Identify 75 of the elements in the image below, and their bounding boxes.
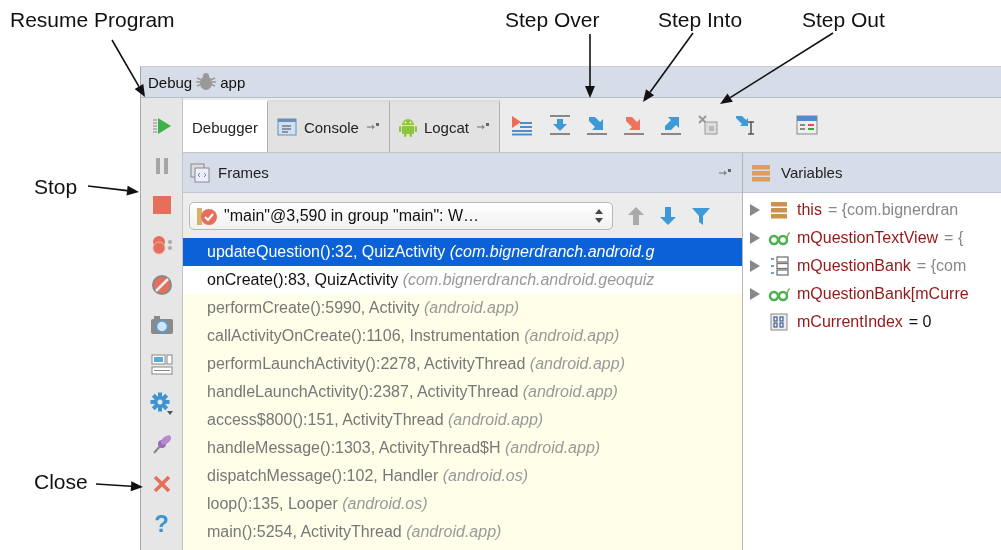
mute-breakpoints-icon[interactable] <box>150 274 173 297</box>
callout-label: Step Over <box>505 7 600 33</box>
pin-tab-icon[interactable] <box>476 122 490 132</box>
stack-frame-row[interactable]: handleMessage():1303, ActivityThread$H (android.app) <box>183 434 742 462</box>
variable-value: = { <box>944 229 964 247</box>
stack-frame-row[interactable]: main():5254, ActivityThread (android.app) <box>183 518 742 546</box>
pin-tab-icon[interactable] <box>365 122 380 132</box>
stack-frame-row[interactable]: dispatchMessage():102, Handler (android.os) <box>183 462 742 490</box>
pane-title: Frames <box>218 164 269 181</box>
dropdown-arrows-icon <box>594 207 604 224</box>
arrow-up-icon[interactable] <box>627 205 645 226</box>
callout-arrow <box>95 481 143 492</box>
primitive-value-icon <box>770 313 788 331</box>
step-over-icon[interactable] <box>549 114 571 136</box>
variable-name: mQuestionTextView <box>797 229 939 247</box>
callout-label: Resume Program <box>10 7 175 33</box>
arrow-down-icon[interactable] <box>659 205 677 226</box>
tab[interactable]: Debugger <box>183 100 268 152</box>
thread-dropdown[interactable]: "main"@3,590 in group "main": W… <box>189 201 613 230</box>
pin-icon[interactable] <box>150 433 173 456</box>
glasses-icon <box>768 286 790 302</box>
drop-frame-icon[interactable] <box>697 114 719 136</box>
android-icon[interactable] <box>398 117 417 137</box>
stack-frame-row[interactable]: performCreate():5990, Activity (android.app) <box>183 294 742 322</box>
camera-icon[interactable] <box>149 313 174 336</box>
step-out-icon[interactable] <box>660 114 682 136</box>
expand-arrow-icon[interactable] <box>749 287 761 301</box>
variable-value: = {com <box>916 257 967 275</box>
glasses-icon <box>768 230 790 246</box>
callout-arrow <box>643 32 694 102</box>
stack-frame-row[interactable]: handleLaunchActivity():2387, ActivityThread (android.app) <box>183 378 742 406</box>
step-into-icon[interactable] <box>586 114 608 136</box>
console-icon[interactable] <box>276 118 297 136</box>
callout-label: Step Into <box>658 7 743 33</box>
run-config-name: app <box>220 73 246 91</box>
breakpoints-icon[interactable] <box>149 234 174 257</box>
array-icon <box>769 256 789 276</box>
frames-icon <box>190 162 210 183</box>
stop-icon[interactable] <box>150 194 173 217</box>
stack-frame-row[interactable]: performLaunchActivity():2278, ActivityThread (android.app) <box>183 350 742 378</box>
expand-arrow-icon[interactable] <box>749 203 761 217</box>
bug-icon <box>195 72 218 92</box>
pin-tab-icon[interactable] <box>718 167 732 178</box>
help-icon[interactable]: ? <box>154 511 169 536</box>
variable-value: = 0 <box>908 313 932 331</box>
callout-arrow <box>87 185 139 196</box>
variable-name: this <box>797 201 822 219</box>
callout-arrow <box>111 39 145 97</box>
variables-icon <box>751 163 771 182</box>
settings-icon[interactable] <box>149 392 174 417</box>
variable-name: mQuestionBank[mCurre <box>797 285 969 303</box>
layout-icon[interactable] <box>150 353 173 376</box>
show-execution-point-icon[interactable] <box>510 114 534 136</box>
variable-name: mCurrentIndex <box>797 313 903 331</box>
window-title: Debug <box>148 73 193 91</box>
stack-frame-row[interactable]: onCreate():83, QuizActivity (com.bignerdranch.android.geoquiz <box>183 266 742 294</box>
callout-label: Step Out <box>802 7 885 33</box>
stack-frame-row[interactable]: access$800():151, ActivityThread (android.app) <box>183 406 742 434</box>
callout-arrow <box>585 33 595 98</box>
variable-name: mQuestionBank <box>797 257 911 275</box>
pane-title: Variables <box>781 164 843 181</box>
tab[interactable]: Logcat <box>389 100 500 152</box>
expand-arrow-icon[interactable] <box>749 259 761 273</box>
callout-label: Stop <box>34 174 78 200</box>
callout-label: Close <box>34 469 88 495</box>
tab[interactable]: Console <box>267 100 390 152</box>
evaluate-table-icon[interactable] <box>796 114 818 136</box>
filter-icon[interactable] <box>691 205 711 226</box>
stack-frame-row[interactable]: updateQuestion():32, QuizActivity (com.bignerdranch.android.g <box>183 238 742 266</box>
object-icon <box>770 201 788 219</box>
variable-value: = {com.bignerdran <box>827 201 959 219</box>
stack-frame-row[interactable]: callActivityOnCreate():1106, Instrumentation (android.app) <box>183 322 742 350</box>
force-step-into-icon[interactable] <box>623 114 645 136</box>
stack-frame-row[interactable]: loop():135, Looper (android.os) <box>183 490 742 518</box>
expand-arrow-icon[interactable] <box>749 231 761 245</box>
